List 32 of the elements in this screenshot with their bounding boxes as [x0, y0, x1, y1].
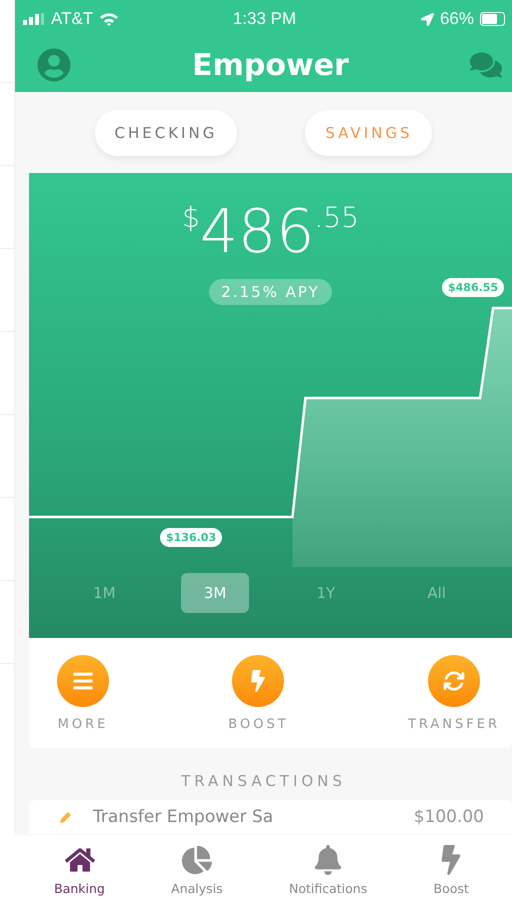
clock-time: 1:33 PM — [232, 9, 296, 29]
transaction-name: Transfer Empower Sa — [93, 807, 274, 827]
battery-icon — [480, 12, 506, 26]
app-title: Empower — [192, 48, 349, 82]
tab-bar-item[interactable]: Analysis — [171, 845, 223, 896]
pencil-icon — [59, 810, 73, 824]
battery-percent: 66% — [440, 9, 474, 29]
transaction-row[interactable]: Transfer Empower Sa $100.00 — [29, 800, 512, 834]
location-arrow-icon — [420, 12, 434, 26]
range-tab[interactable]: 1Y — [292, 573, 360, 613]
transfer-arrows-icon — [442, 670, 465, 692]
tab-bar-item[interactable]: Notifications — [288, 845, 368, 896]
range-tab[interactable]: 3M — [181, 573, 250, 613]
range-tab[interactable]: 1M — [70, 573, 138, 613]
signal-icon — [23, 13, 45, 25]
transaction-amount: $100.00 — [414, 807, 484, 827]
low-value-label: $136.03 — [160, 528, 222, 547]
pie-chart-icon — [182, 845, 212, 875]
account-tab[interactable]: CHECKING — [94, 110, 238, 156]
high-value-label: $486.55 — [442, 278, 504, 297]
carrier-name: AT&T — [51, 9, 94, 29]
apy-badge: 2.15% APY — [209, 279, 332, 305]
menu-icon — [72, 670, 94, 692]
profile-icon[interactable] — [37, 48, 71, 82]
tab-bar-item[interactable]: Boost — [434, 845, 469, 896]
bell-icon — [313, 845, 344, 875]
account-tab[interactable]: SAVINGS — [305, 110, 432, 156]
tab-bar-item[interactable]: Banking — [54, 845, 105, 896]
wifi-icon — [99, 12, 120, 26]
range-tab[interactable]: All — [402, 573, 471, 613]
action-button[interactable]: TRANSFER — [408, 654, 500, 732]
section-title: TRANSACTIONS — [181, 772, 346, 790]
